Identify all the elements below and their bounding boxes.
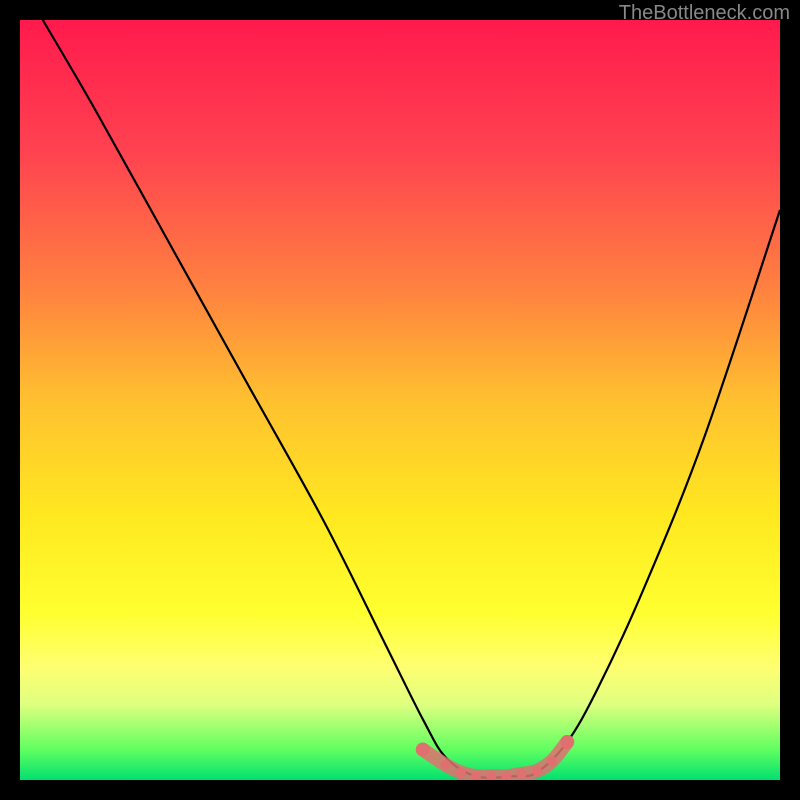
highlight-point (517, 769, 527, 779)
watermark-text: TheBottleneck.com (619, 2, 790, 25)
highlight-point (547, 756, 557, 766)
highlight-point (416, 743, 430, 757)
highlight-point (456, 767, 466, 777)
highlight-point (441, 760, 451, 770)
chart-container: TheBottleneck.com (0, 0, 800, 800)
plot-area (20, 20, 780, 780)
highlight-curve (423, 742, 567, 776)
highlight-point (532, 766, 542, 776)
highlight-point (560, 735, 574, 749)
main-curve (43, 20, 780, 778)
curve-layer (20, 20, 780, 780)
